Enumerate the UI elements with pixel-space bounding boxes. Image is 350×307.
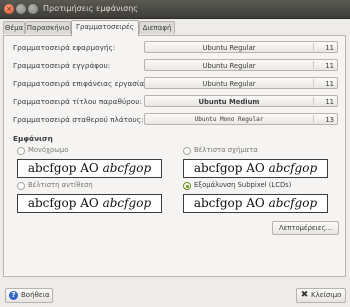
font-size: 11	[325, 43, 334, 52]
details-button[interactable]: Λεπτομέρειες...	[272, 221, 339, 235]
font-family-name: Ubuntu Medium	[198, 97, 260, 106]
option-label: Εξομάλυνση Subpixel (LCDs)	[194, 181, 292, 189]
divider	[313, 97, 314, 105]
preview-text: abcfgop AO abcfgop	[27, 196, 152, 210]
window-close-icon[interactable]: ×	[4, 4, 14, 14]
close-icon: ✖	[300, 290, 309, 300]
desktop-font-button[interactable]: Ubuntu Regular 11	[144, 77, 338, 89]
radio-button[interactable]	[183, 147, 191, 155]
tab-background[interactable]: Παρασκήνιο	[25, 21, 71, 34]
window-title-font-button[interactable]: Ubuntu Medium 11	[144, 95, 338, 107]
font-row-label: Γραμματοσειρά επιφάνειας εργασίας:	[13, 79, 151, 88]
font-row-desktop: Γραμματοσειρά επιφάνειας εργασίας: Ubunt…	[11, 77, 341, 90]
font-row-label: Γραμματοσειρά εγγράφου:	[13, 61, 111, 70]
font-size: 11	[325, 97, 334, 106]
help-button[interactable]: ? Βοήθεια	[5, 288, 53, 303]
font-row-label: Γραμματοσειρά τίτλου παραθύρου:	[13, 97, 142, 106]
preview-best-shapes[interactable]: abcfgop AO abcfgop	[183, 159, 328, 178]
font-family-name: Ubuntu Regular	[202, 43, 256, 52]
radio-button-checked[interactable]	[183, 182, 191, 190]
preview-monochrome[interactable]: abcfgop AO abcfgop	[17, 159, 162, 178]
appearance-preferences-window: × Προτιμήσεις εμφάνισης Θέμα Παρασκήνιο …	[0, 0, 350, 307]
option-label: Μονόχρωμο	[28, 146, 69, 154]
tab-theme[interactable]: Θέμα	[3, 21, 25, 34]
font-family-name: Ubuntu Regular	[202, 61, 256, 70]
divider	[313, 43, 314, 51]
tab-interface[interactable]: Διεπαφή	[139, 21, 175, 34]
option-label: Βέλτιστα σχήματα	[194, 146, 258, 154]
help-label: Βοήθεια	[21, 291, 50, 299]
preview-text: abcfgop AO abcfgop	[27, 161, 152, 175]
tab-fonts[interactable]: Γραμματοσειρές	[71, 20, 139, 36]
font-row-label: Γραμματοσειρά εφαρμογής:	[13, 43, 116, 52]
preview-best-contrast[interactable]: abcfgop AO abcfgop	[17, 194, 162, 213]
close-label: Κλείσιμο	[311, 291, 342, 299]
preview-text: abcfgop AO abcfgop	[193, 161, 318, 175]
divider	[313, 61, 314, 69]
fonts-panel: Γραμματοσειρά εφαρμογής: Ubuntu Regular …	[3, 35, 346, 277]
divider	[313, 79, 314, 87]
font-family-name: Ubuntu Regular	[202, 79, 256, 88]
font-family-name: Ubuntu Mono Regular	[194, 116, 264, 123]
window-maximize-icon[interactable]	[28, 4, 38, 14]
preview-text: abcfgop AO abcfgop	[193, 196, 318, 210]
close-button[interactable]: ✖ Κλείσιμο	[296, 288, 346, 303]
window-title: Προτιμήσεις εμφάνισης	[43, 4, 138, 13]
option-label: Βέλτιστη αντίθεση	[28, 181, 93, 189]
fixed-width-font-button[interactable]: Ubuntu Mono Regular 13	[144, 113, 338, 125]
font-size: 11	[325, 61, 334, 70]
radio-button[interactable]	[17, 182, 25, 190]
radio-button[interactable]	[17, 147, 25, 155]
help-icon: ?	[9, 291, 18, 300]
appearance-heading: Εμφάνιση	[13, 134, 53, 143]
font-row-application: Γραμματοσειρά εφαρμογής: Ubuntu Regular …	[11, 41, 341, 54]
document-font-button[interactable]: Ubuntu Regular 11	[144, 59, 338, 71]
preview-subpixel-smoothing[interactable]: abcfgop AO abcfgop	[183, 194, 328, 213]
font-row-window-title: Γραμματοσειρά τίτλου παραθύρου: Ubuntu M…	[11, 95, 341, 108]
font-row-document: Γραμματοσειρά εγγράφου: Ubuntu Regular 1…	[11, 59, 341, 72]
font-row-fixed-width: Γραμματοσειρά σταθερού πλάτους: Ubuntu M…	[11, 113, 341, 126]
window-minimize-icon[interactable]	[16, 4, 26, 14]
font-size: 13	[325, 115, 334, 124]
divider	[313, 115, 314, 123]
font-size: 11	[325, 79, 334, 88]
title-bar: × Προτιμήσεις εμφάνισης	[0, 0, 350, 19]
application-font-button[interactable]: Ubuntu Regular 11	[144, 41, 338, 53]
font-row-label: Γραμματοσειρά σταθερού πλάτους:	[13, 115, 144, 124]
